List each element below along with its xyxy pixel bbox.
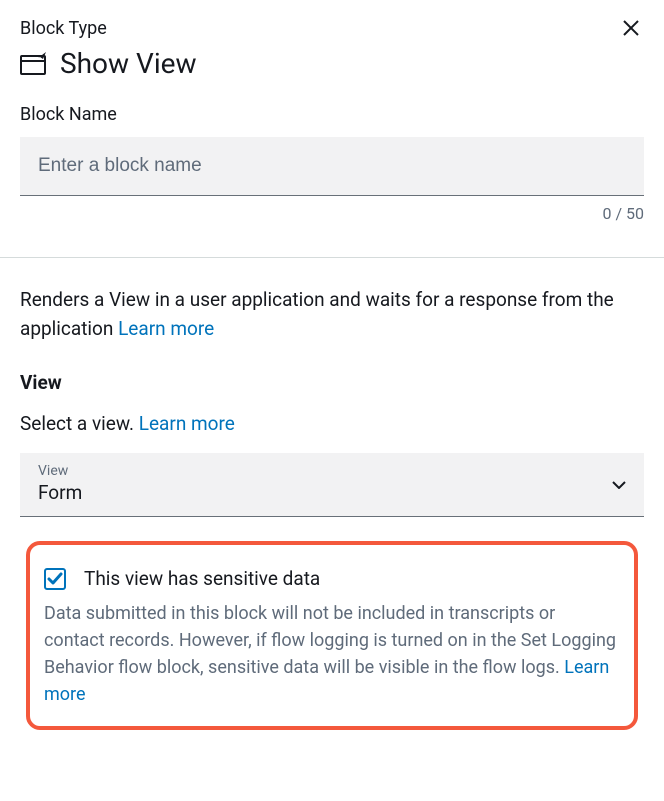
title-row: Show View [20,47,644,80]
block-config-panel: Block Type Show View Block Name 0 / 50 R… [0,0,664,758]
body-section: Renders a View in a user application and… [0,258,664,758]
close-icon [622,19,640,37]
sensitive-info-text: Data submitted in this block will not be… [44,603,616,678]
check-icon [47,572,63,586]
block-name-section: Block Name 0 / 50 [0,104,664,243]
view-learn-more-link[interactable]: Learn more [139,412,235,435]
panel-title: Show View [60,47,197,80]
description-learn-more-link[interactable]: Learn more [118,317,214,340]
view-select-value: Form [38,481,626,504]
show-view-icon [20,52,48,76]
sensitive-data-highlight: This view has sensitive data Data submit… [26,541,638,730]
char-count: 0 / 50 [20,204,644,223]
view-heading: View [20,371,644,394]
sensitive-info: Data submitted in this block will not be… [44,600,620,708]
sensitive-checkbox-row: This view has sensitive data [44,567,620,590]
sensitive-checkbox-label: This view has sensitive data [84,567,320,590]
view-select[interactable]: View Form [20,453,644,517]
chevron-down-icon [612,481,626,489]
block-name-input-wrapper [20,137,644,196]
sensitive-checkbox[interactable] [44,568,66,590]
description-text: Renders a View in a user application and… [20,288,614,340]
block-description: Renders a View in a user application and… [20,286,644,343]
view-subtext-text: Select a view. [20,412,139,435]
view-subtext: Select a view. Learn more [20,412,644,435]
block-type-label: Block Type [20,18,644,39]
block-name-label: Block Name [20,104,644,125]
view-select-label: View [38,463,626,479]
panel-header: Block Type Show View [0,0,664,80]
close-button[interactable] [618,14,644,46]
block-name-input[interactable] [38,155,626,177]
